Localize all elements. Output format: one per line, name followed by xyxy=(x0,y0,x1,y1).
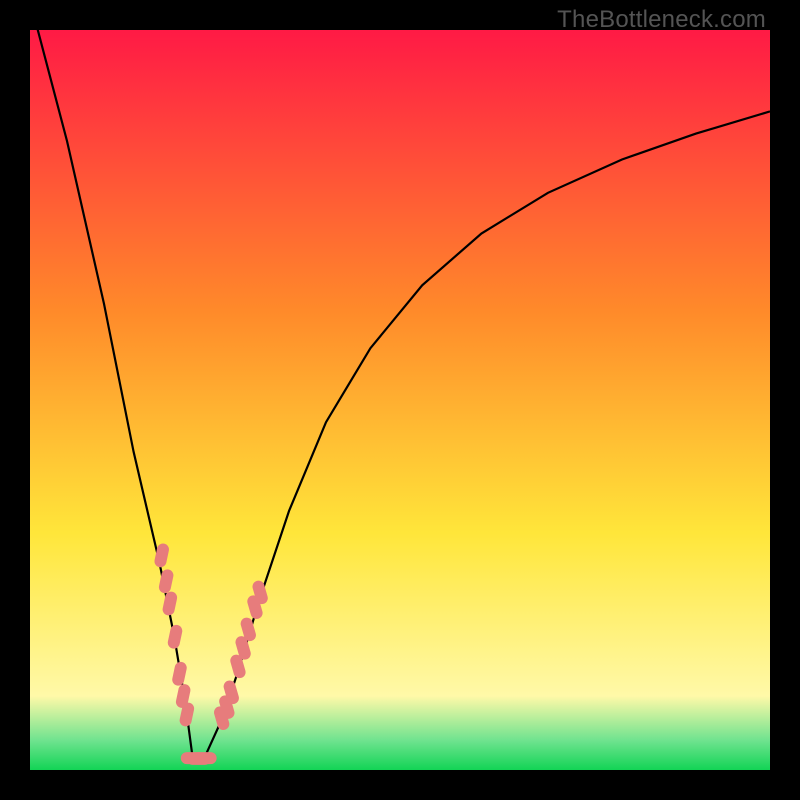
data-marker xyxy=(171,661,188,687)
curve-layer xyxy=(30,30,770,770)
data-marker xyxy=(167,624,184,650)
data-markers xyxy=(153,542,269,764)
chart-frame: TheBottleneck.com xyxy=(0,0,800,800)
data-marker xyxy=(193,752,217,764)
plot-area xyxy=(30,30,770,770)
watermark-text: TheBottleneck.com xyxy=(557,6,766,34)
bottleneck-curve xyxy=(30,30,770,759)
data-marker xyxy=(161,591,178,617)
